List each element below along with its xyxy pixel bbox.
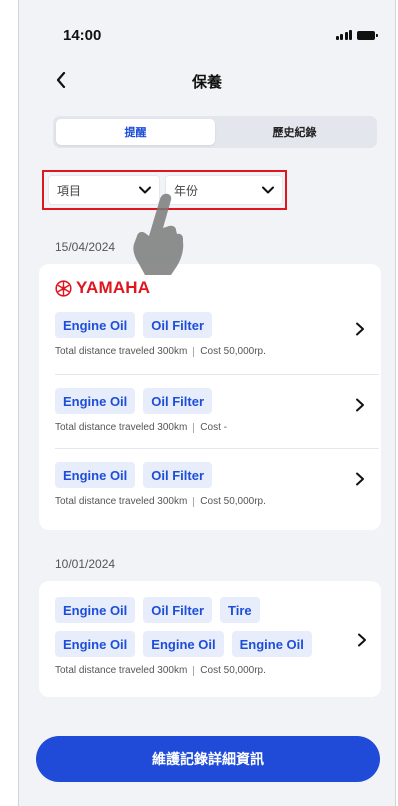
tag-list: Engine Oil Oil Filter — [55, 462, 379, 488]
service-tag: Engine Oil — [55, 388, 136, 414]
maintenance-entry[interactable]: Engine Oil Oil Filter Total distance tra… — [55, 388, 379, 433]
service-tag: Engine Oil — [55, 597, 136, 623]
brand-logo: YAMAHA — [55, 278, 150, 298]
service-tag: Engine Oil — [143, 631, 224, 657]
tag-list: Engine Oil Oil Filter Tire Engine Oil En… — [55, 597, 325, 657]
distance-text: Total distance traveled 300km — [55, 346, 188, 357]
service-tag: Engine Oil — [55, 312, 136, 338]
group-date: 15/04/2024 — [55, 240, 116, 254]
service-tag: Oil Filter — [143, 462, 213, 488]
tab-history[interactable]: 歷史紀錄 — [215, 119, 374, 145]
maintenance-details-button[interactable]: 維護記錄詳細資訊 — [36, 736, 380, 782]
cost-text: Cost 50,000rp. — [200, 665, 266, 676]
brand-name: YAMAHA — [76, 278, 151, 297]
cost-text: Cost - — [200, 422, 227, 433]
maintenance-card: YAMAHA Engine Oil Oil Filter Total dista… — [39, 264, 381, 530]
maintenance-entry[interactable]: Engine Oil Oil Filter Tire Engine Oil En… — [55, 597, 355, 676]
yamaha-emblem-icon — [55, 279, 72, 297]
entry-divider — [55, 374, 379, 375]
phone-screen: 14:00 保養 提醒 歷史紀錄 項目 年份 15/04/2024 YAMAHA… — [18, 0, 396, 806]
service-tag: Oil Filter — [143, 597, 213, 623]
tag-list: Engine Oil Oil Filter — [55, 312, 379, 338]
meta-divider — [193, 422, 195, 433]
maintenance-entry[interactable]: Engine Oil Oil Filter Total distance tra… — [55, 462, 379, 507]
chevron-down-icon — [262, 186, 274, 194]
meta-divider — [193, 346, 195, 357]
item-filter-label: 項目 — [57, 183, 82, 198]
maintenance-entry[interactable]: Engine Oil Oil Filter Total distance tra… — [55, 312, 379, 357]
chevron-right-icon — [356, 472, 364, 486]
cost-text: Cost 50,000rp. — [200, 496, 266, 507]
pointing-hand-icon — [133, 193, 184, 275]
entry-meta: Total distance traveled 300km Cost - — [55, 422, 379, 433]
service-tag: Engine Oil — [55, 631, 136, 657]
group-date: 10/01/2024 — [55, 557, 116, 571]
tag-list: Engine Oil Oil Filter — [55, 388, 379, 414]
tab-reminders[interactable]: 提醒 — [56, 119, 215, 145]
entry-meta: Total distance traveled 300km Cost 50,00… — [55, 346, 379, 357]
status-time: 14:00 — [63, 27, 102, 44]
distance-text: Total distance traveled 300km — [55, 422, 188, 433]
year-filter-label: 年份 — [174, 183, 199, 198]
signal-icon — [335, 30, 352, 40]
cost-text: Cost 50,000rp. — [200, 346, 266, 357]
chevron-right-icon — [356, 398, 364, 412]
meta-divider — [193, 496, 195, 507]
service-tag: Engine Oil — [231, 631, 312, 657]
entry-meta: Total distance traveled 300km Cost 50,00… — [55, 665, 355, 676]
distance-text: Total distance traveled 300km — [55, 665, 188, 676]
segmented-tabs: 提醒 歷史紀錄 — [53, 116, 377, 148]
page-title: 保養 — [191, 74, 222, 91]
distance-text: Total distance traveled 300km — [55, 496, 188, 507]
meta-divider — [193, 665, 195, 676]
chevron-right-icon — [358, 633, 366, 647]
service-tag: Tire — [220, 597, 260, 623]
status-icons — [335, 30, 378, 40]
chevron-right-icon — [356, 322, 364, 336]
entry-meta: Total distance traveled 300km Cost 50,00… — [55, 496, 379, 507]
service-tag: Oil Filter — [143, 388, 213, 414]
service-tag: Oil Filter — [143, 312, 213, 338]
battery-icon — [357, 30, 378, 40]
service-tag: Engine Oil — [55, 462, 136, 488]
entry-divider — [55, 448, 379, 449]
maintenance-card: Engine Oil Oil Filter Tire Engine Oil En… — [39, 581, 381, 697]
